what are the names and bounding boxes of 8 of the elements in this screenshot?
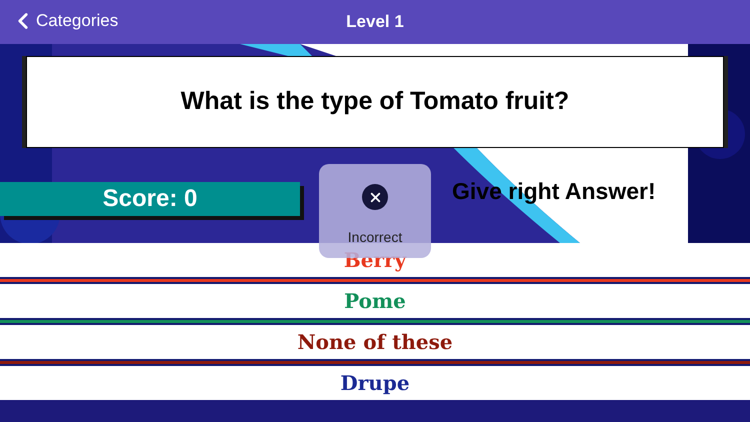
answer-option[interactable]: Pome bbox=[0, 284, 750, 318]
answer-option[interactable]: Berry bbox=[0, 243, 750, 277]
score-bar: Score: 0 bbox=[0, 182, 300, 216]
screen-title: Level 1 bbox=[346, 11, 404, 34]
answer-option[interactable]: None of these bbox=[0, 325, 750, 359]
back-button[interactable]: Categories bbox=[10, 8, 118, 34]
question-text: What is the type of Tomato fruit? bbox=[180, 86, 570, 118]
answer-option[interactable]: Drupe bbox=[0, 366, 750, 400]
